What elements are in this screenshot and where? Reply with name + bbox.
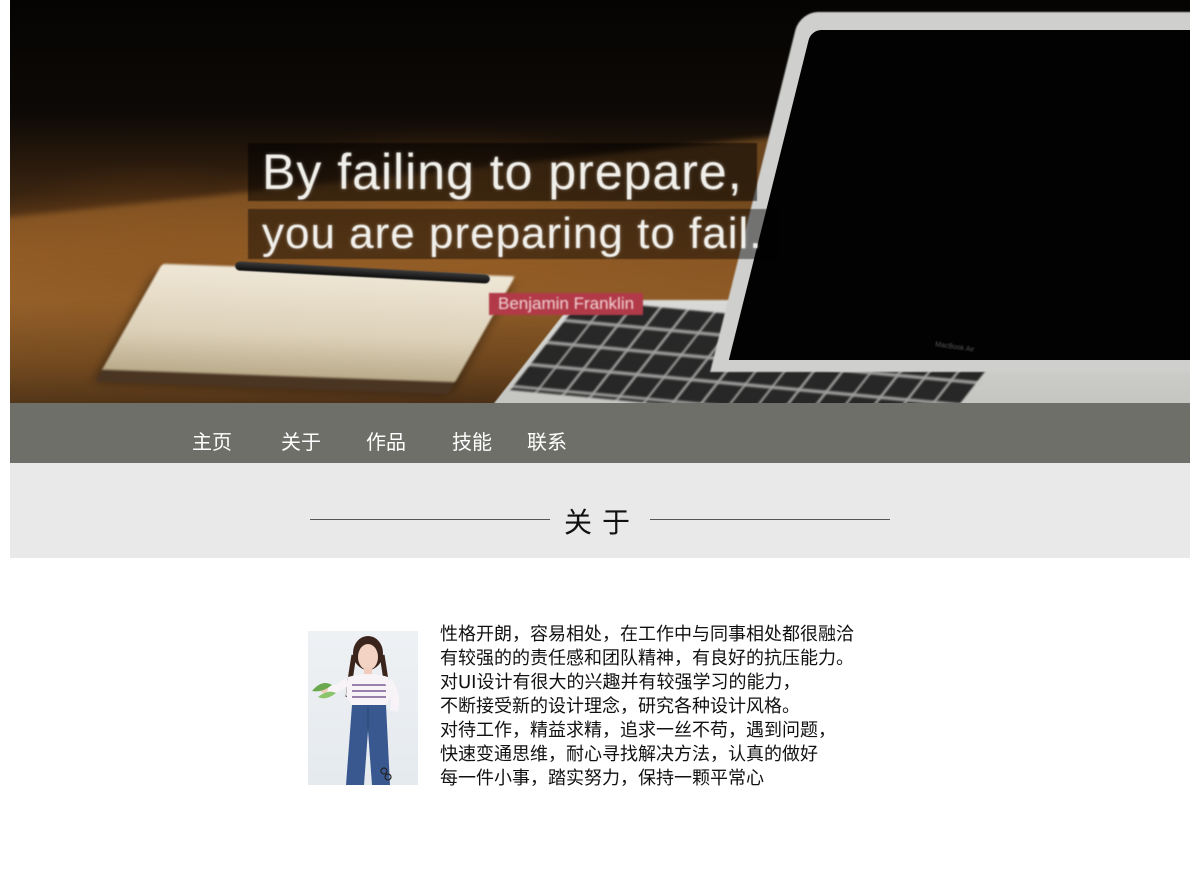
page: By failing to prepare, you are preparing… <box>0 0 1200 877</box>
section-title: 关于 <box>563 506 640 539</box>
quote-line-2: you are preparing to fail. <box>248 209 777 259</box>
about-line: 快速变通思维，耐心寻找解决方法，认真的做好 <box>440 744 818 765</box>
about-line: 有较强的的责任感和团队精神，有良好的抗压能力。 <box>440 648 854 669</box>
about-line: 每一件小事，踏实努力，保持一颗平常心 <box>440 768 764 789</box>
laptop-screen <box>728 30 1190 360</box>
quote-line-1: By failing to prepare, <box>248 143 757 201</box>
nav-item-about[interactable]: 关于 <box>281 426 321 455</box>
nav-item-skills[interactable]: 技能 <box>452 426 492 455</box>
nav-bar: 主页 关于 作品 技能 联系 <box>10 403 1190 463</box>
notebook <box>100 263 516 385</box>
about-line: 不断接受新的设计理念，研究各种设计风格。 <box>440 696 800 717</box>
about-description: 性格开朗，容易相处，在工作中与同事相处都很融洽 有较强的的责任感和团队精神，有良… <box>440 623 910 791</box>
profile-photo <box>308 631 418 785</box>
divider-right <box>650 519 890 520</box>
nav-item-works[interactable]: 作品 <box>366 426 406 455</box>
section-header: 关于 <box>10 463 1190 558</box>
about-line: 性格开朗，容易相处，在工作中与同事相处都很融洽 <box>440 624 854 645</box>
hero-banner: By failing to prepare, you are preparing… <box>10 0 1190 405</box>
divider-left <box>310 519 550 520</box>
about-line: 对UI设计有很大的兴趣并有较强学习的能力， <box>440 672 801 693</box>
profile-photo-illustration <box>312 636 400 785</box>
about-line: 对待工作，精益求精，追求一丝不苟，遇到问题， <box>440 720 836 741</box>
nav-item-contact[interactable]: 联系 <box>527 426 567 455</box>
nav-item-home[interactable]: 主页 <box>192 426 232 455</box>
quote-author: Benjamin Franklin <box>489 293 644 315</box>
